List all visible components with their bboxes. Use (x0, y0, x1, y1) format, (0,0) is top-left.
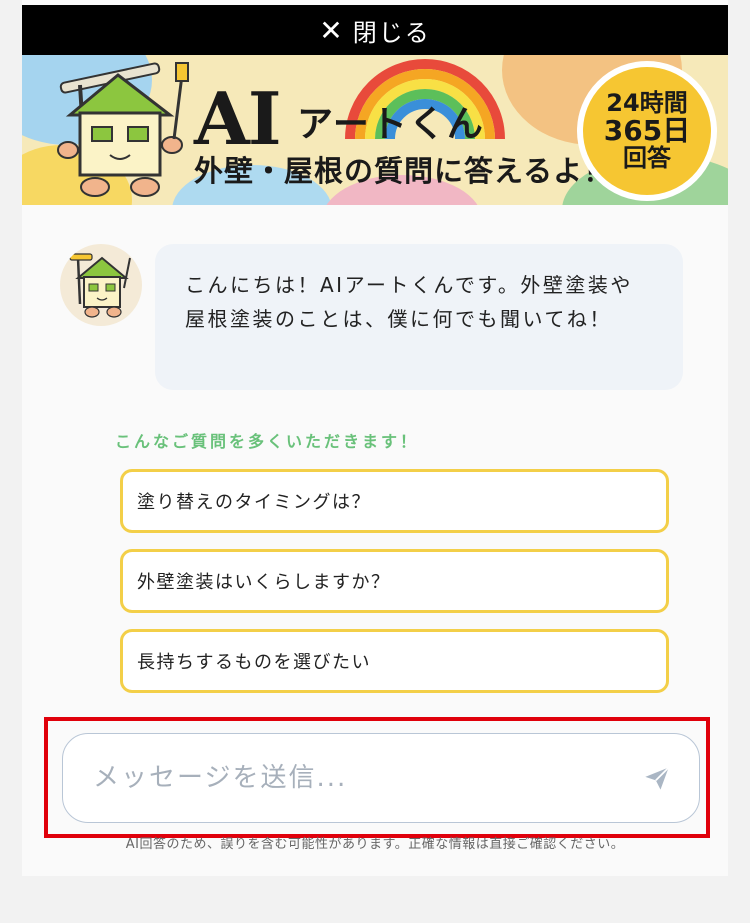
banner-title-art: アートくん (297, 104, 485, 145)
suggestion-button[interactable]: 長持ちするものを選びたい (120, 629, 669, 693)
badge-line-1: 24時間 (606, 89, 688, 118)
disclaimer: AI回答のため、誤りを含む可能性があります。正確な情報は直接ご確認ください。 (125, 837, 625, 852)
message-input-highlight (44, 717, 710, 838)
chat-panel: ✕ 閉じる AI アートくん 外壁・屋根の質問に答えるよ！ 24時間 365日 … (22, 0, 728, 876)
message-box (62, 733, 700, 823)
badge-line-3: 回答 (623, 143, 671, 172)
send-icon[interactable] (643, 764, 671, 792)
suggestions-heading: こんなご質問を多くいただきます！ (115, 432, 420, 451)
badge-line-2: 365日 (603, 114, 691, 148)
availability-badge: 24時間 365日 回答 (577, 61, 717, 201)
message-input[interactable] (91, 762, 615, 794)
banner-subtitle: 外壁・屋根の質問に答えるよ！ (194, 154, 614, 188)
close-button[interactable]: ✕ 閉じる (22, 5, 728, 55)
close-label: 閉じる (352, 18, 431, 47)
suggestion-button[interactable]: 外壁塗装はいくらしますか？ (120, 549, 669, 613)
close-icon: ✕ (319, 13, 345, 47)
bot-message: こんにちは！AIアートくんです。外壁塗装や屋根塗装のことは、僕に何でも聞いてね！ (155, 244, 683, 390)
bot-avatar (60, 244, 142, 326)
banner-title-ai: AI (194, 76, 282, 161)
banner: AI アートくん 外壁・屋根の質問に答えるよ！ 24時間 365日 回答 (22, 55, 728, 205)
suggestion-button[interactable]: 塗り替えのタイミングは？ (120, 469, 669, 533)
house-mascot-icon (69, 253, 131, 318)
house-mascot-icon (57, 62, 189, 197)
